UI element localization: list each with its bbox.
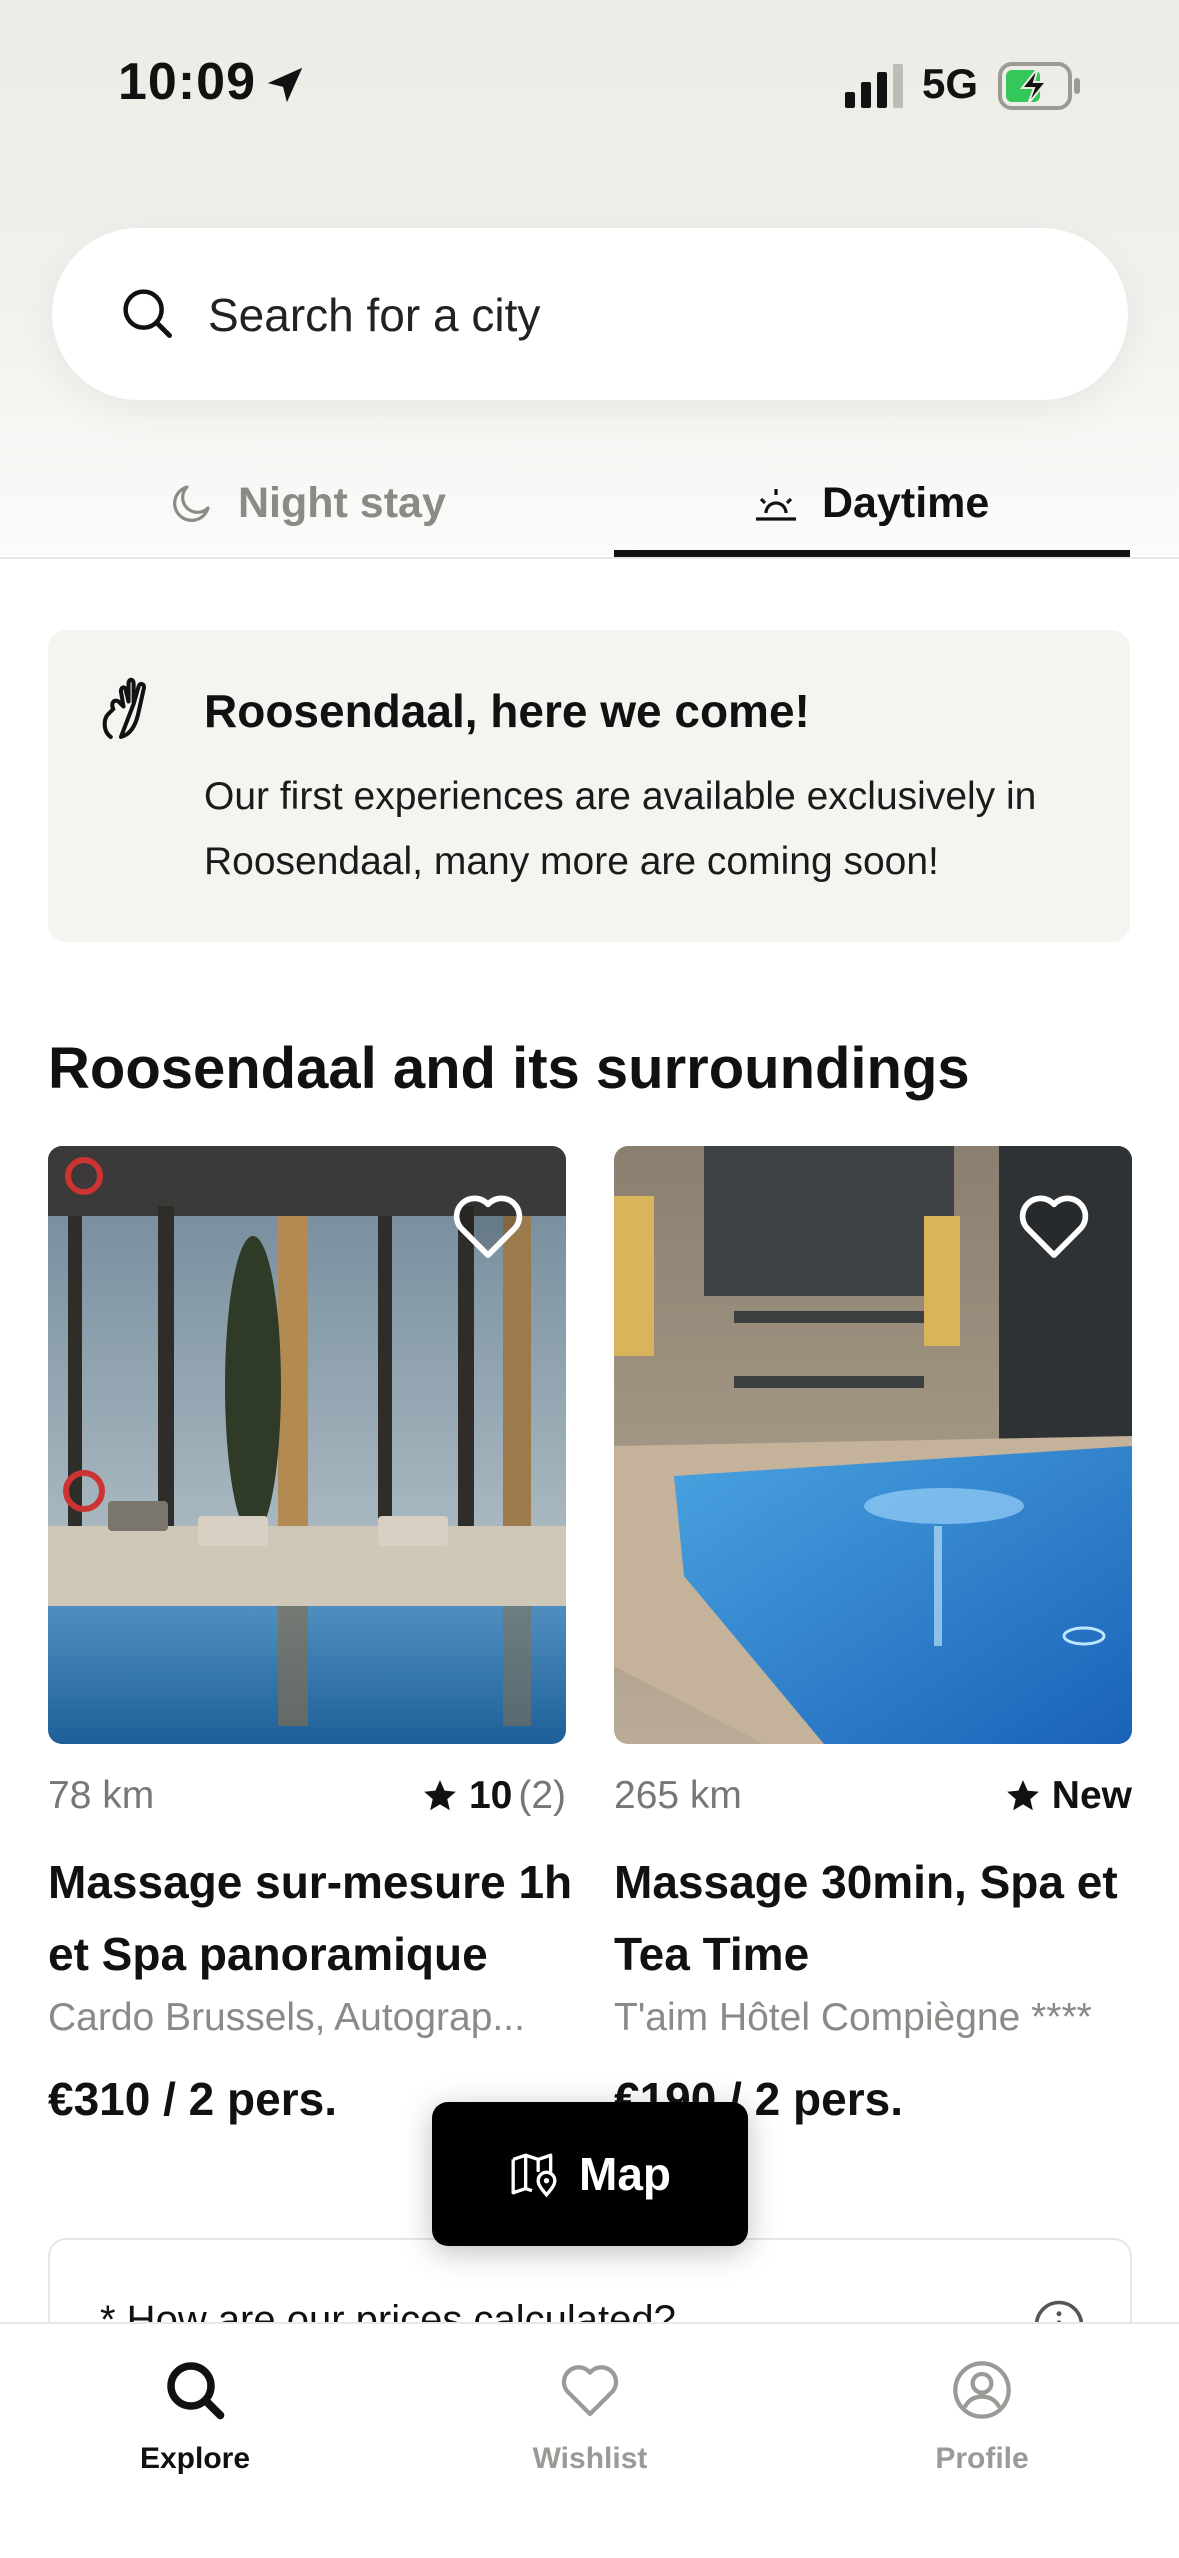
info-text: Our first experiences are available excl… (204, 775, 1037, 883)
rating-new-badge: New (1051, 1774, 1132, 1817)
search-icon (167, 2362, 225, 2420)
search-icon (123, 289, 172, 338)
bottom-tab-bar: Explore Wishlist Profile (0, 2322, 1179, 2558)
status-bar: 10:09 5G (0, 0, 1179, 170)
tab-divider (0, 557, 1179, 559)
map-icon (511, 2153, 557, 2198)
card-image-spa-panoramic[interactable] (48, 1146, 566, 1744)
tab-night-stay[interactable]: Night stay (168, 448, 446, 558)
search-input[interactable] (206, 280, 1030, 350)
hand-wave-icon (102, 677, 146, 739)
battery-charging-icon (998, 62, 1080, 110)
card-title[interactable]: Massage sur-mesure 1h et Spa panoramique (48, 1846, 588, 1990)
section-title: Roosendaal and its surroundings (48, 1036, 970, 1101)
star-icon (424, 1780, 456, 1811)
location-arrow-icon (267, 67, 303, 103)
profile-icon (953, 2361, 1011, 2419)
tab-wishlist[interactable]: Wishlist (480, 2358, 700, 2476)
signal-icon (845, 64, 903, 108)
rating-count: (2) (518, 1774, 566, 1817)
experience-card[interactable]: 265 km New Massage 30min, Spa et Tea Tim… (614, 1146, 1132, 2125)
tab-profile[interactable]: Profile (872, 2358, 1092, 2476)
tab-night-stay-label: Night stay (238, 478, 446, 527)
heart-icon (561, 2365, 619, 2417)
wishlist-heart-icon[interactable] (1016, 1190, 1092, 1260)
card-title[interactable]: Massage 30min, Spa et Tea Time (614, 1846, 1154, 1990)
card-price: €310 / 2 pers. (48, 2073, 337, 2125)
card-distance: 265 km (614, 1774, 742, 1817)
status-time: 10:09 (118, 53, 256, 111)
tab-explore[interactable]: Explore (85, 2358, 305, 2476)
tab-explore-label: Explore (139, 2442, 251, 2475)
tab-selected-indicator (614, 550, 1130, 557)
map-button[interactable]: Map (432, 2102, 748, 2246)
moon-icon (173, 485, 210, 522)
card-meta: 265 km New (614, 1774, 1132, 1830)
tab-daytime[interactable]: Daytime (752, 448, 989, 558)
card-rating: 10 (2) (421, 1774, 566, 1818)
tab-wishlist-label: Wishlist (532, 2442, 648, 2475)
search-bar[interactable] (52, 228, 1128, 400)
card-venue: T'aim Hôtel Compiègne **** (614, 1996, 1092, 2039)
tab-profile-label: Profile (935, 2442, 1029, 2475)
card-rating: New (1004, 1774, 1132, 1818)
star-icon (1006, 1780, 1039, 1811)
info-banner: Roosendaal, here we come! Our first expe… (48, 630, 1130, 942)
rating-score: 10 (468, 1774, 513, 1817)
network-type: 5G (922, 60, 979, 107)
map-button-label: Map (579, 2148, 671, 2200)
info-title: Roosendaal, here we come! (204, 685, 810, 737)
experience-card[interactable]: 78 km 10 (2) Massage sur-mesure 1h et Sp… (48, 1146, 572, 2125)
card-meta: 78 km 10 (2) (48, 1774, 566, 1830)
card-venue: Cardo Brussels, Autograp... (48, 1996, 525, 2039)
card-image-pool[interactable] (614, 1146, 1132, 1744)
sunrise-icon (756, 489, 796, 521)
wishlist-heart-icon[interactable] (450, 1190, 526, 1260)
tab-daytime-label: Daytime (822, 478, 990, 527)
card-distance: 78 km (48, 1774, 155, 1817)
